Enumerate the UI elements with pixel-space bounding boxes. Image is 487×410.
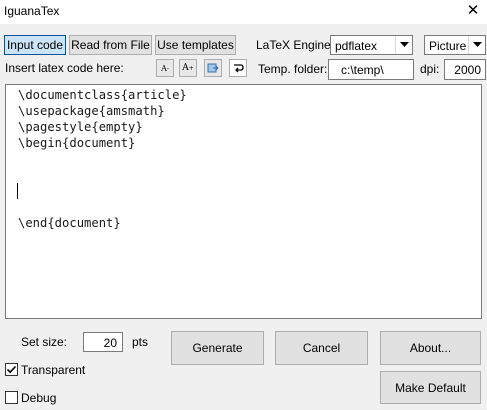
output-type-value: Picture <box>429 39 467 53</box>
generate-button[interactable]: Generate <box>171 331 264 365</box>
read-from-file-label: Read from File <box>71 38 150 52</box>
font-decrease-button[interactable]: A- <box>156 59 174 77</box>
title-bar: IguanaTex ✕ <box>0 0 487 24</box>
set-size-value: 20 <box>103 336 117 350</box>
make-default-label: Make Default <box>395 380 466 395</box>
font-increase-button[interactable]: A + <box>179 59 197 77</box>
use-templates-label: Use templates <box>157 38 234 52</box>
word-wrap-icon[interactable] <box>229 59 247 77</box>
latex-code-editor[interactable]: \documentclass{article} \usepackage{amsm… <box>5 84 482 319</box>
code-line: \end{document} <box>18 216 121 230</box>
latex-engine-value: pdflatex <box>335 39 378 53</box>
code-line: \usepackage{amsmath} <box>18 104 165 118</box>
input-code-label: Input code <box>6 38 64 52</box>
latex-engine-dropdown[interactable]: pdflatex <box>330 35 413 55</box>
close-icon[interactable]: ✕ <box>463 2 483 20</box>
text-cursor <box>17 183 18 199</box>
chevron-down-icon <box>468 36 485 54</box>
insert-latex-label: Insert latex code here: <box>5 61 124 75</box>
read-from-file-button[interactable]: Read from File <box>69 35 152 55</box>
output-type-dropdown[interactable]: Picture <box>424 35 486 55</box>
code-line: \pagestyle{empty} <box>18 120 143 134</box>
about-label: About... <box>409 341 452 355</box>
temp-folder-label: Temp. folder: <box>258 62 328 76</box>
dpi-value: 2000 <box>454 63 481 77</box>
input-code-button[interactable]: Input code <box>4 35 66 55</box>
set-size-input[interactable]: 20 <box>83 332 123 352</box>
dpi-label: dpi: <box>420 62 440 76</box>
chevron-down-icon <box>395 36 412 54</box>
template-insert-icon[interactable] <box>204 59 222 77</box>
transparent-label: Transparent <box>21 363 86 377</box>
cancel-label: Cancel <box>302 341 341 355</box>
debug-label: Debug <box>21 391 57 405</box>
latex-engine-label: LaTeX Engine: <box>256 38 335 52</box>
make-default-button[interactable]: Make Default <box>380 371 481 404</box>
set-size-unit: pts <box>132 335 149 349</box>
set-size-label: Set size: <box>21 335 68 349</box>
generate-label: Generate <box>192 341 243 355</box>
debug-checkbox[interactable] <box>5 391 18 404</box>
checkmark-icon <box>6 365 17 374</box>
transparent-checkbox[interactable] <box>5 363 18 376</box>
code-line: \documentclass{article} <box>18 88 187 102</box>
about-button[interactable]: About... <box>380 331 481 365</box>
dpi-input[interactable]: 2000 <box>444 59 486 80</box>
use-templates-button[interactable]: Use templates <box>155 35 236 55</box>
temp-folder-input[interactable]: c:\temp\ <box>328 59 414 80</box>
window-title: IguanaTex <box>4 4 60 18</box>
temp-folder-value: c:\temp\ <box>341 63 384 77</box>
cancel-button[interactable]: Cancel <box>275 331 368 365</box>
code-line: \begin{document} <box>18 136 136 150</box>
